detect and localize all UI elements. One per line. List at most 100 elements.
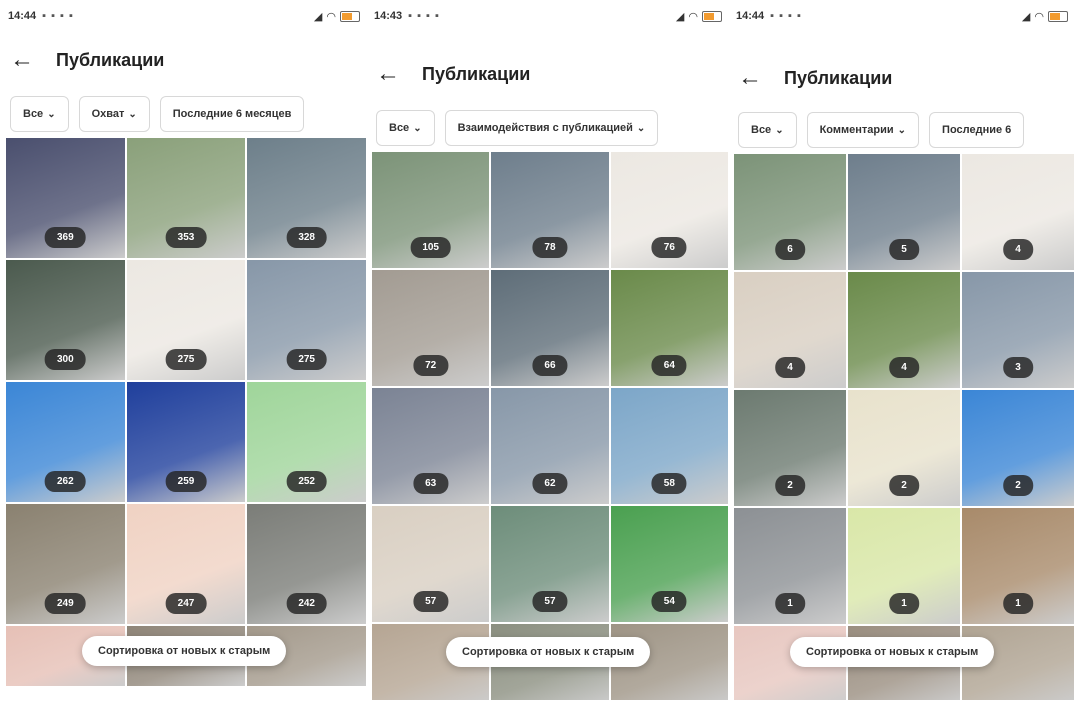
post-tile[interactable]: 78 (491, 152, 609, 268)
post-tile[interactable]: 1 (734, 508, 846, 624)
wifi-icon: ◠ (326, 10, 336, 23)
filter-metric[interactable]: Взаимодействия с публикацией ⌄ (444, 110, 659, 146)
post-grid: 6 5 4 4 4 3 2 2 2 1 1 1 (734, 154, 1074, 700)
post-tile[interactable]: 262 (6, 382, 125, 502)
back-arrow-icon[interactable]: ← (738, 64, 774, 92)
post-tile[interactable]: 76 (610, 152, 728, 268)
post-metric-count: 54 (651, 591, 687, 612)
post-tile[interactable]: 66 (491, 270, 609, 386)
status-bar: 14:43 ▪ ▪ ▪ ▪ ◢ ◠ (374, 8, 722, 24)
notification-icons: ▪ ▪ ▪ ▪ (42, 10, 74, 22)
post-tile[interactable]: 2 (734, 390, 846, 506)
page-header: ← Публикации (10, 40, 164, 80)
post-tile[interactable]: 64 (610, 270, 728, 386)
signal-icon: ◢ (1021, 10, 1031, 23)
phone-screen-comments: 14:44 ▪ ▪ ▪ ▪ ◢ ◠ ← Публикации Все ⌄ Комм… (728, 0, 1074, 700)
post-metric-count: 252 (286, 471, 327, 492)
post-metric-count: 247 (165, 593, 207, 614)
post-tile[interactable]: 63 (372, 388, 490, 504)
post-tile[interactable]: 259 (126, 382, 246, 502)
filter-label: Комментарии (819, 124, 894, 136)
wifi-icon: ◠ (1034, 10, 1044, 23)
post-tile[interactable]: 247 (126, 504, 246, 624)
post-grid: 105 78 76 72 66 64 63 62 58 57 57 54 (372, 152, 728, 700)
post-tile[interactable]: 249 (6, 504, 125, 624)
post-tile[interactable]: 57 (372, 506, 490, 622)
phone-screen-interactions: 14:43 ▪ ▪ ▪ ▪ ◢ ◠ ← Публикации Все ⌄ Взаи… (366, 0, 728, 700)
back-arrow-icon[interactable]: ← (376, 60, 412, 88)
filter-all[interactable]: Все ⌄ (738, 112, 797, 148)
filter-period[interactable]: Последние 6 месяцев (159, 96, 305, 132)
filter-bar: Все ⌄ Комментарии ⌄ Последние 6 (738, 112, 1074, 148)
post-metric-count: 2 (775, 475, 805, 496)
post-tile[interactable]: 62 (491, 388, 609, 504)
post-metric-count: 5 (889, 239, 919, 260)
status-time: 14:44 (8, 10, 37, 22)
status-right: ◢ ◠ (314, 10, 360, 23)
post-tile[interactable]: 1 (848, 508, 960, 624)
post-tile[interactable]: 3 (962, 272, 1074, 388)
battery-icon (340, 10, 360, 22)
screenshot-collage: 14:44 ▪ ▪ ▪ ▪ ◢ ◠ ← Публикации Все ⌄ Охва… (0, 0, 1074, 722)
filter-label: Все (23, 108, 44, 120)
post-metric-count: 66 (532, 355, 568, 376)
filter-all[interactable]: Все ⌄ (10, 96, 69, 132)
filter-label: Все (389, 122, 410, 134)
post-tile[interactable]: 4 (848, 272, 960, 388)
post-tile[interactable]: 275 (126, 260, 246, 380)
post-metric-count: 58 (651, 473, 687, 494)
post-tile[interactable]: 328 (247, 138, 366, 258)
filter-label: Последние 6 месяцев (172, 108, 292, 120)
post-tile[interactable]: 252 (247, 382, 366, 502)
post-tile[interactable]: 4 (734, 272, 846, 388)
filter-bar: Все ⌄ Взаимодействия с публикацией ⌄ (376, 110, 728, 146)
post-tile[interactable]: 275 (247, 260, 366, 380)
post-metric-count: 2 (1003, 475, 1033, 496)
post-tile[interactable]: 369 (6, 138, 125, 258)
sort-toast[interactable]: Сортировка от новых к старым (82, 636, 287, 666)
post-metric-count: 3 (1003, 357, 1033, 378)
post-tile[interactable]: 72 (372, 270, 490, 386)
filter-all[interactable]: Все ⌄ (376, 110, 435, 146)
filter-bar: Все ⌄ Охват ⌄ Последние 6 месяцев (10, 96, 366, 132)
filter-label: Все (751, 124, 772, 136)
back-arrow-icon[interactable]: ← (10, 46, 46, 74)
post-tile[interactable]: 5 (848, 154, 960, 270)
post-metric-count: 78 (532, 237, 568, 258)
page-header: ← Публикации (376, 54, 530, 94)
post-metric-count: 249 (44, 593, 86, 614)
battery-icon (1048, 10, 1068, 22)
filter-metric[interactable]: Охват ⌄ (78, 96, 150, 132)
post-metric-count: 4 (1003, 239, 1033, 260)
battery-icon (702, 10, 722, 22)
post-tile[interactable]: 6 (734, 154, 846, 270)
sort-toast[interactable]: Сортировка от новых к старым (790, 637, 995, 667)
post-tile[interactable]: 1 (962, 508, 1074, 624)
page-title: Публикации (56, 49, 165, 70)
post-metric-count: 105 (410, 237, 451, 258)
post-metric-count: 62 (532, 473, 568, 494)
post-metric-count: 300 (44, 349, 86, 370)
post-metric-count: 72 (413, 355, 449, 376)
post-tile[interactable]: 105 (372, 152, 490, 268)
post-metric-count: 2 (889, 475, 919, 496)
post-metric-count: 1 (775, 593, 805, 614)
post-tile[interactable]: 54 (610, 506, 728, 622)
sort-toast[interactable]: Сортировка от новых к старым (446, 637, 651, 667)
filter-metric[interactable]: Комментарии ⌄ (806, 112, 920, 148)
post-tile[interactable]: 2 (962, 390, 1074, 506)
chevron-down-icon: ⌄ (897, 124, 907, 136)
filter-label: Взаимодействия с публикацией (457, 122, 633, 134)
post-tile[interactable]: 242 (247, 504, 366, 624)
post-tile[interactable]: 300 (6, 260, 125, 380)
post-tile[interactable]: 58 (610, 388, 728, 504)
filter-period[interactable]: Последние 6 (929, 112, 1025, 148)
post-tile[interactable]: 353 (126, 138, 246, 258)
chevron-down-icon: ⌄ (128, 108, 137, 120)
post-tile[interactable]: 2 (848, 390, 960, 506)
status-time: 14:44 (736, 10, 765, 22)
status-bar: 14:44 ▪ ▪ ▪ ▪ ◢ ◠ (8, 8, 360, 24)
status-right: ◢ ◠ (676, 10, 722, 23)
post-tile[interactable]: 57 (491, 506, 609, 622)
post-tile[interactable]: 4 (962, 154, 1074, 270)
